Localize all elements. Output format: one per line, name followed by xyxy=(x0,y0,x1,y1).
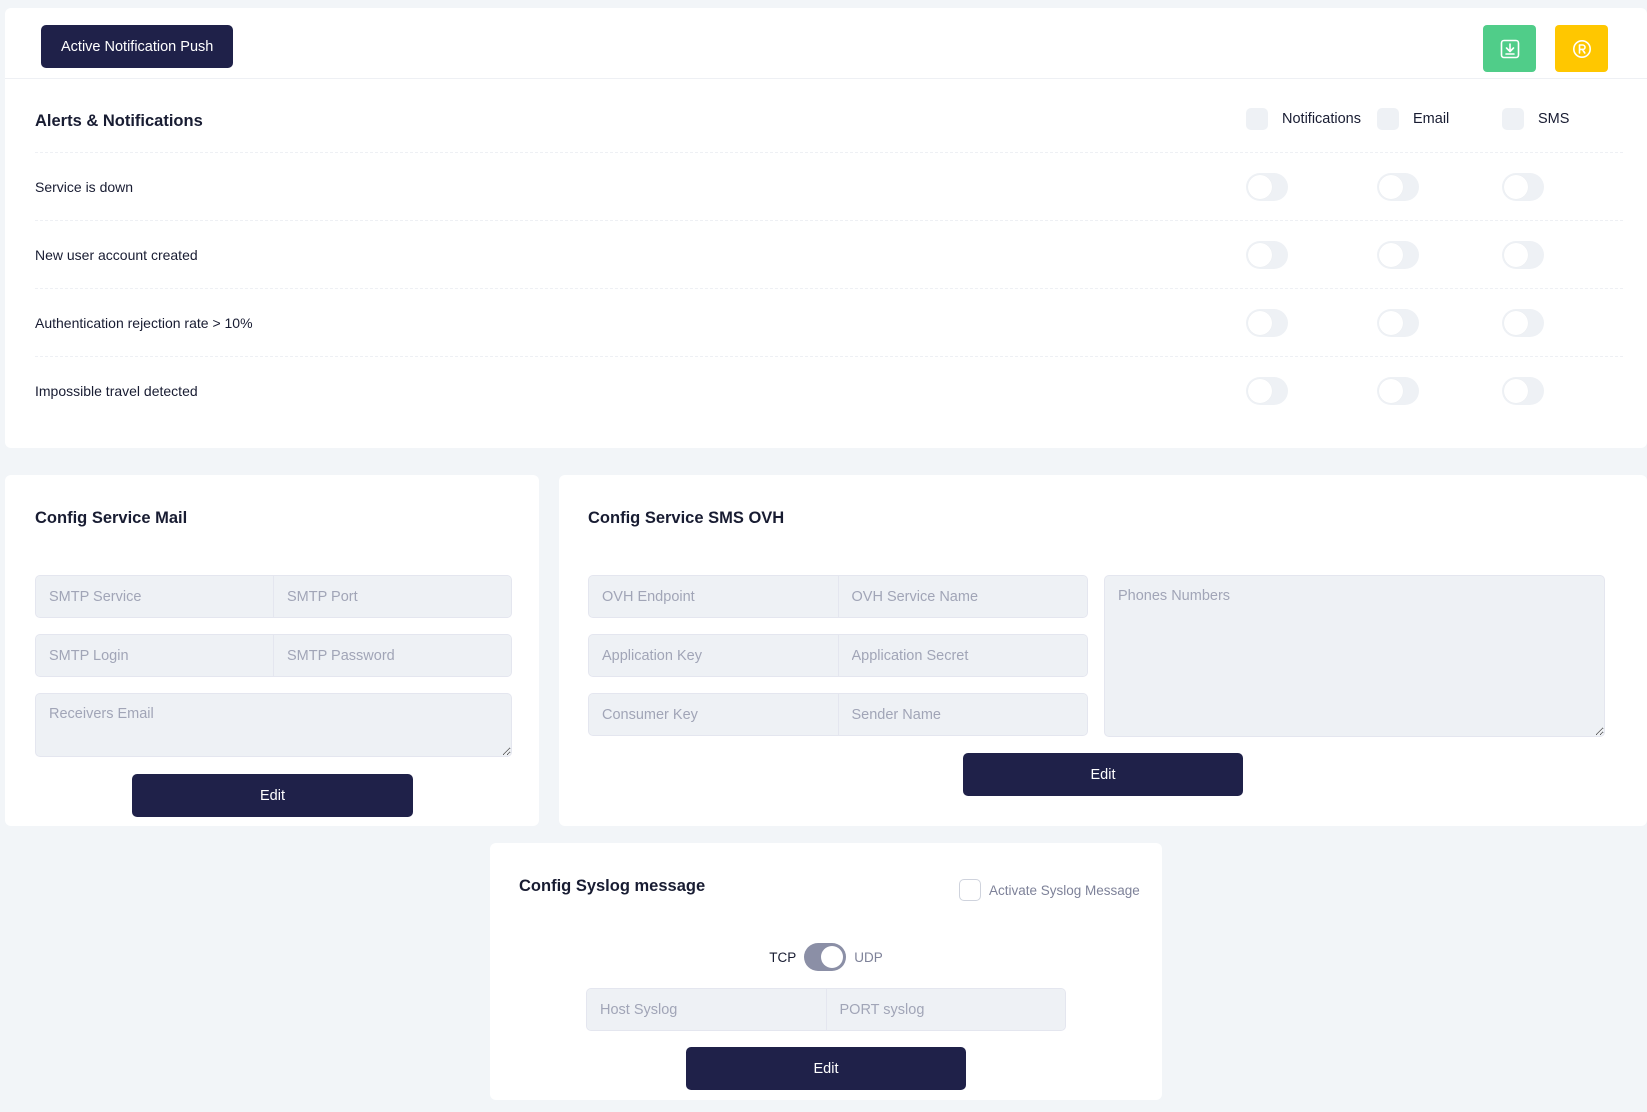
notifications-toggle[interactable] xyxy=(1246,309,1288,337)
email-toggle[interactable] xyxy=(1377,173,1419,201)
sms-config-card: Config Service SMS OVH Edit xyxy=(559,475,1647,826)
application-key-secret-group xyxy=(588,634,1088,677)
sms-edit-button[interactable]: Edit xyxy=(963,753,1243,796)
sms-toggle[interactable] xyxy=(1502,241,1544,269)
column-email-label: Email xyxy=(1413,111,1450,127)
application-key-input[interactable] xyxy=(589,635,838,676)
port-syslog-input[interactable] xyxy=(825,989,1065,1030)
email-toggle[interactable] xyxy=(1377,377,1419,405)
ovh-endpoint-input[interactable] xyxy=(589,576,838,617)
tcp-label: TCP xyxy=(769,949,797,965)
alerts-card: Active Notification Push Alerts & Notifi… xyxy=(5,8,1647,448)
column-notifications-label: Notifications xyxy=(1282,111,1361,127)
protocol-switch-group: TCP UDP xyxy=(490,943,1162,971)
sender-name-input[interactable] xyxy=(837,694,1087,735)
sms-toggle[interactable] xyxy=(1502,377,1544,405)
download-button[interactable] xyxy=(1483,25,1536,72)
active-notification-push-button[interactable]: Active Notification Push xyxy=(41,25,234,68)
sms-config-title: Config Service SMS OVH xyxy=(588,509,785,527)
ovh-endpoint-service-group xyxy=(588,575,1088,618)
alert-label: New user account created xyxy=(35,247,198,263)
email-toggle[interactable] xyxy=(1377,309,1419,337)
receivers-email-textarea[interactable] xyxy=(35,693,512,757)
sms-toggle[interactable] xyxy=(1502,173,1544,201)
smtp-service-port-group xyxy=(35,575,512,618)
activate-syslog-group: Activate Syslog Message xyxy=(959,879,1140,901)
download-icon xyxy=(1500,39,1519,58)
smtp-login-password-group xyxy=(35,634,512,677)
host-syslog-input[interactable] xyxy=(587,989,826,1030)
header-divider xyxy=(5,78,1647,79)
email-toggle[interactable] xyxy=(1377,241,1419,269)
consumer-key-input[interactable] xyxy=(589,694,838,735)
syslog-config-card: Config Syslog message Activate Syslog Me… xyxy=(490,843,1162,1100)
notifications-toggle[interactable] xyxy=(1246,377,1288,405)
mail-edit-button[interactable]: Edit xyxy=(132,774,413,817)
smtp-login-input[interactable] xyxy=(36,635,273,676)
alert-row: New user account created xyxy=(35,221,1623,289)
smtp-password-input[interactable] xyxy=(273,635,511,676)
column-notifications: Notifications xyxy=(1246,108,1361,130)
registered-button[interactable] xyxy=(1555,25,1608,72)
notifications-all-checkbox[interactable] xyxy=(1246,108,1268,130)
application-secret-input[interactable] xyxy=(837,635,1087,676)
syslog-host-port-group xyxy=(586,988,1066,1031)
alert-row: Service is down xyxy=(35,153,1623,221)
alert-row: Impossible travel detected xyxy=(35,357,1623,425)
notifications-toggle[interactable] xyxy=(1246,173,1288,201)
alert-label: Service is down xyxy=(35,179,134,195)
smtp-port-input[interactable] xyxy=(273,576,511,617)
udp-label: UDP xyxy=(854,949,883,965)
activate-syslog-label: Activate Syslog Message xyxy=(989,882,1140,898)
mail-config-title: Config Service Mail xyxy=(35,509,188,527)
consumer-key-sender-group xyxy=(588,693,1088,736)
syslog-config-title: Config Syslog message xyxy=(519,877,706,895)
notifications-toggle[interactable] xyxy=(1246,241,1288,269)
alert-label: Impossible travel detected xyxy=(35,383,198,399)
mail-config-card: Config Service Mail Edit xyxy=(5,475,539,826)
alerts-title: Alerts & Notifications xyxy=(35,112,203,130)
ovh-service-name-input[interactable] xyxy=(837,576,1087,617)
syslog-edit-button[interactable]: Edit xyxy=(686,1047,966,1090)
smtp-service-input[interactable] xyxy=(36,576,273,617)
activate-syslog-checkbox[interactable] xyxy=(959,879,981,901)
phones-numbers-textarea[interactable] xyxy=(1104,575,1605,737)
column-sms: SMS xyxy=(1502,108,1569,130)
alert-row: Authentication rejection rate > 10% xyxy=(35,289,1623,357)
registered-icon xyxy=(1572,39,1591,58)
sms-toggle[interactable] xyxy=(1502,309,1544,337)
column-sms-label: SMS xyxy=(1538,111,1570,127)
email-all-checkbox[interactable] xyxy=(1377,108,1399,130)
alert-label: Authentication rejection rate > 10% xyxy=(35,315,253,331)
protocol-toggle[interactable] xyxy=(804,943,847,971)
column-email: Email xyxy=(1377,108,1449,130)
sms-all-checkbox[interactable] xyxy=(1502,108,1524,130)
